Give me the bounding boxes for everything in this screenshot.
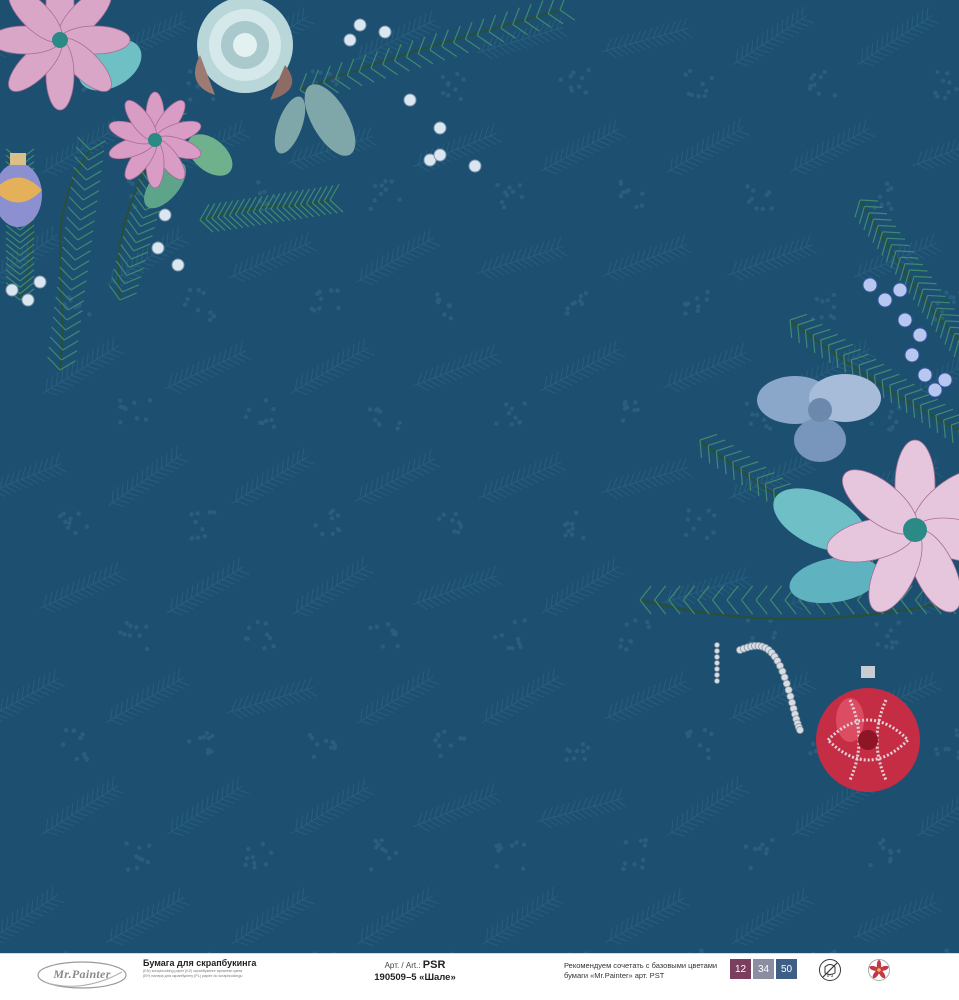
swatch-12: 12 bbox=[730, 959, 751, 979]
age-label: 0-3 bbox=[827, 973, 834, 978]
article-label: Арт. / Art.: bbox=[384, 961, 421, 970]
blue-bow bbox=[757, 374, 881, 462]
recommendation-text: Рекомендуем сочетать с базовыми цветами … bbox=[564, 961, 718, 980]
article-series: PSR bbox=[422, 959, 446, 971]
red-ornament bbox=[816, 666, 920, 792]
product-footer: Mr.Painter Бумага для скрапбукинга (EN) … bbox=[0, 953, 959, 1000]
article-code: 190509–5 «Шале» bbox=[374, 972, 456, 983]
article-number: Арт. / Art.: PSR 190509–5 «Шале» bbox=[360, 959, 470, 984]
color-swatches: 12 34 50 bbox=[730, 959, 797, 979]
age-warning-icon: 0-3 bbox=[819, 959, 841, 981]
product-title: Бумага для скрапбукинга bbox=[143, 958, 257, 968]
mr-painter-logo: Mr.Painter bbox=[36, 960, 128, 990]
right-bouquet bbox=[639, 199, 959, 792]
swatch-50: 50 bbox=[776, 959, 797, 979]
product-translation-line: (BY) папера для скрапбукінгу (PL) papier… bbox=[143, 974, 243, 978]
poinsettia-icon bbox=[868, 959, 890, 981]
swatch-34: 34 bbox=[753, 959, 774, 979]
product-description: Бумага для скрапбукинга (EN) scrapbookin… bbox=[143, 958, 323, 979]
logo-text: Mr.Painter bbox=[53, 967, 111, 981]
scrapbook-paper-pattern bbox=[0, 0, 959, 953]
